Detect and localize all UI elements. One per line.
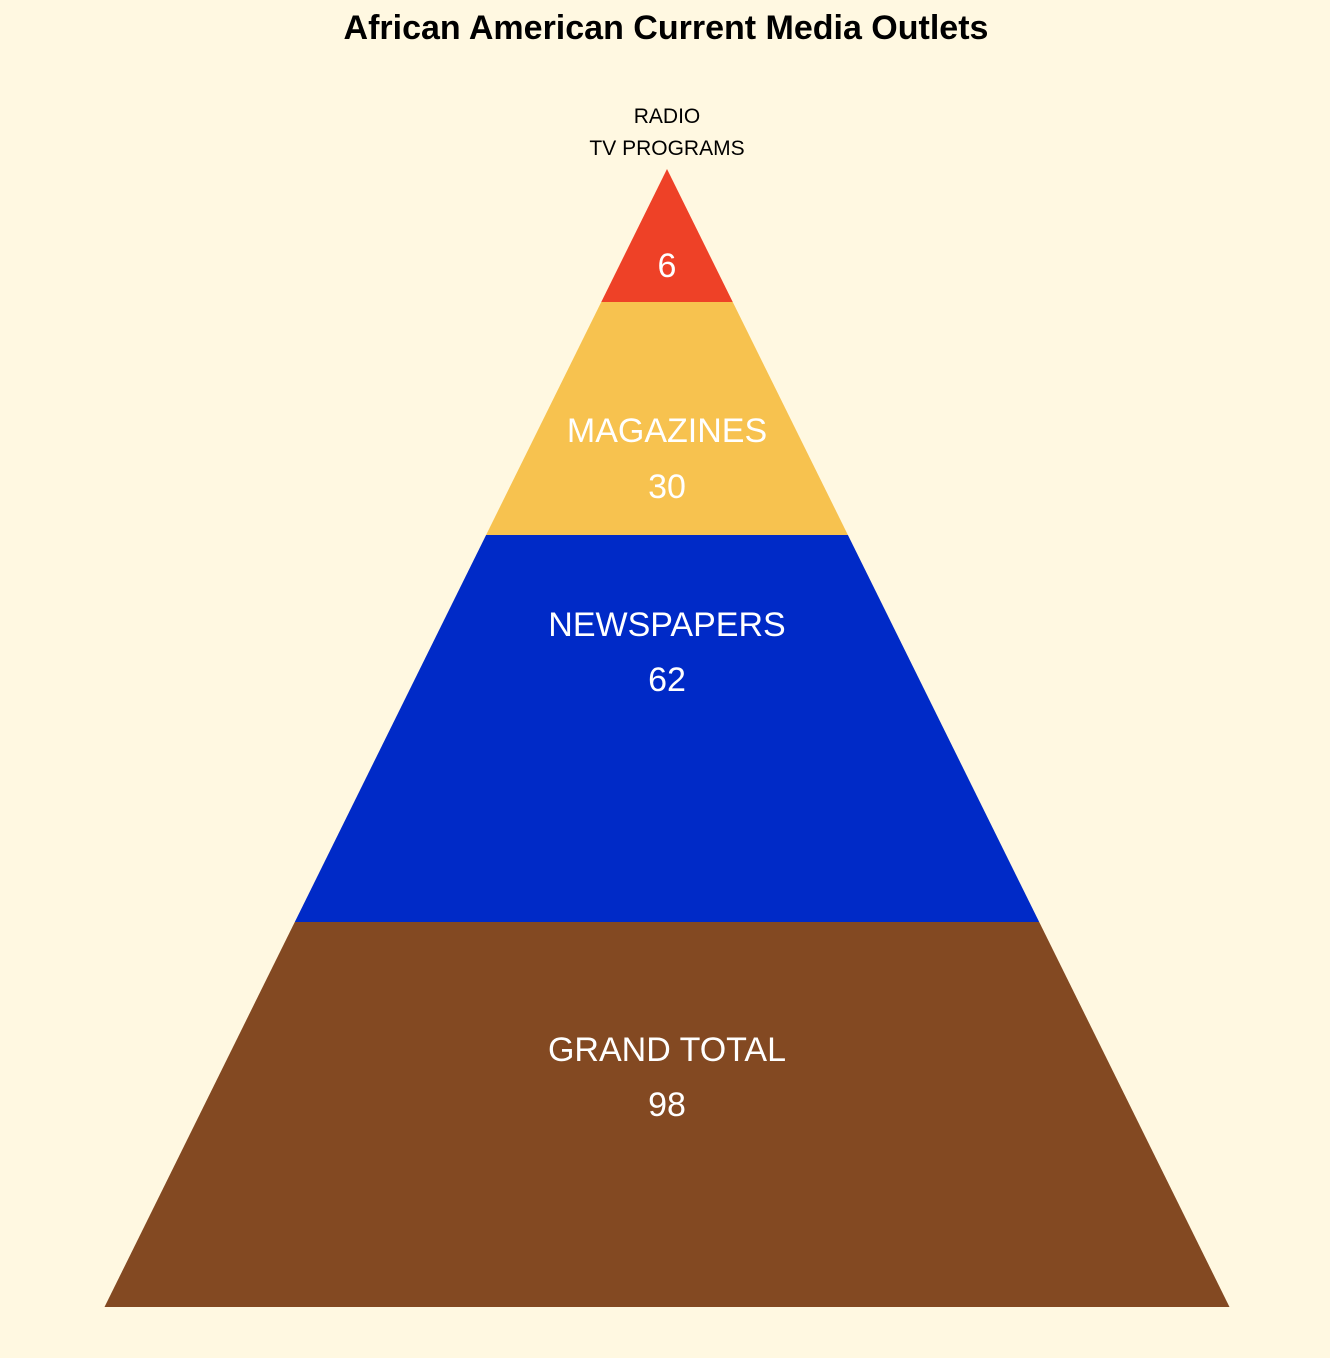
level-label-tv-programs: TV PROGRAMS	[589, 137, 744, 160]
level-value-grand-total: 98	[648, 1086, 686, 1124]
level-label-radio: RADIO	[634, 105, 701, 128]
level-label-magazines: MAGAZINES	[567, 412, 767, 450]
level-label-grand-total: GRAND TOTAL	[548, 1031, 786, 1069]
level-value-magazines: 30	[648, 468, 686, 506]
level-value-newspapers: 62	[648, 661, 686, 699]
level-value-tv-programs: 6	[658, 247, 677, 285]
pyramid-chart: African American Current Media Outlets R…	[0, 0, 1330, 1358]
chart-title: African American Current Media Outlets	[344, 9, 989, 47]
level-label-newspapers: NEWSPAPERS	[548, 606, 785, 644]
